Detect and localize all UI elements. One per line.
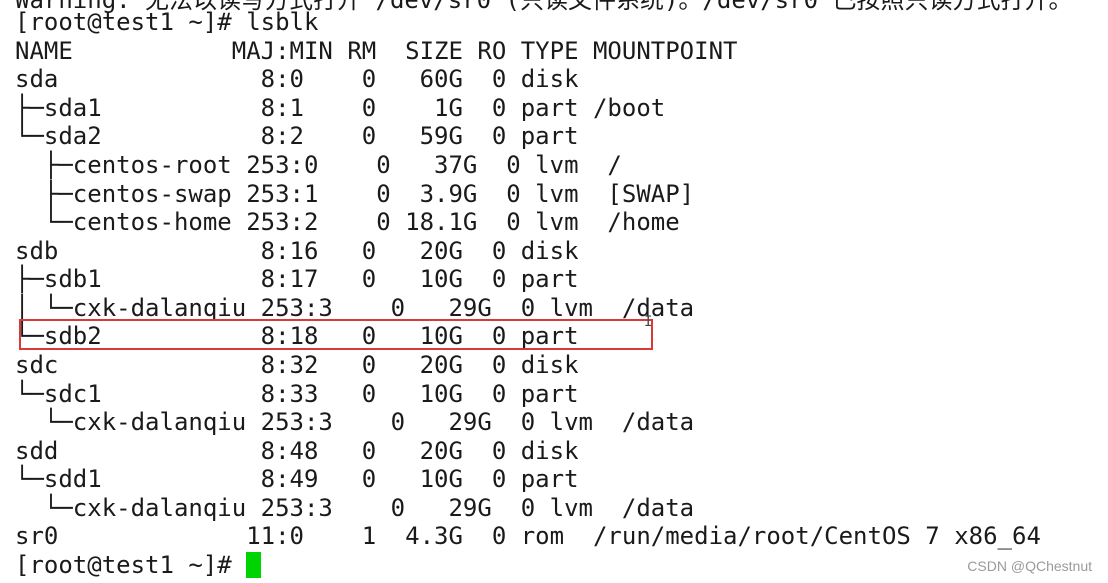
output-row-sdb: sdb 8:16 0 20G 0 disk <box>15 237 579 265</box>
output-row-centos-home: └─centos-home 253:2 0 18.1G 0 lvm /home <box>15 208 680 236</box>
sdb2-highlight-box <box>19 319 653 350</box>
output-row-sda: sda 8:0 0 60G 0 disk <box>15 65 579 93</box>
terminal-window[interactable]: Warning: 无法以读写方式打开 /dev/sr0 (只读文件系统)。/de… <box>0 0 1108 583</box>
final-command-line[interactable]: [root@test1 ~]# <box>15 551 262 579</box>
output-row-sr0: sr0 11:0 1 4.3G 0 rom /run/media/root/Ce… <box>15 522 1041 550</box>
output-row-sdc: sdc 8:32 0 20G 0 disk <box>15 351 579 379</box>
output-row-sda2: └─sda2 8:2 0 59G 0 part <box>15 122 579 150</box>
lsblk-header: NAME MAJ:MIN RM SIZE RO TYPE MOUNTPOINT <box>15 37 738 65</box>
output-row-sda1: ├─sda1 8:1 0 1G 0 part /boot <box>15 94 666 122</box>
final-shell-prompt: [root@test1 ~]# <box>15 551 247 579</box>
watermark: CSDN @QChestnut <box>967 558 1092 574</box>
output-row-sdc1: └─sdc1 8:33 0 10G 0 part <box>15 380 579 408</box>
text-ibeam-icon: I <box>644 314 653 330</box>
output-row-sdb1-lvm: │ └─cxk-dalanqiu 253:3 0 29G 0 lvm /data <box>15 294 695 322</box>
text-cursor <box>246 552 262 578</box>
output-row-sdc1-lvm: └─cxk-dalanqiu 253:3 0 29G 0 lvm /data <box>15 408 695 436</box>
output-row-sdb1: ├─sdb1 8:17 0 10G 0 part <box>15 265 579 293</box>
output-row-sdd: sdd 8:48 0 20G 0 disk <box>15 437 579 465</box>
command-line: [root@test1 ~]# lsblk <box>15 8 318 36</box>
command-text: lsblk <box>246 8 319 36</box>
shell-prompt: [root@test1 ~]# <box>15 8 247 36</box>
output-row-centos-root: ├─centos-root 253:0 0 37G 0 lvm / <box>15 151 622 179</box>
output-row-sdd1-lvm: └─cxk-dalanqiu 253:3 0 29G 0 lvm /data <box>15 494 695 522</box>
output-row-sdd1: └─sdd1 8:49 0 10G 0 part <box>15 465 579 493</box>
output-row-centos-swap: ├─centos-swap 253:1 0 3.9G 0 lvm [SWAP] <box>15 180 695 208</box>
